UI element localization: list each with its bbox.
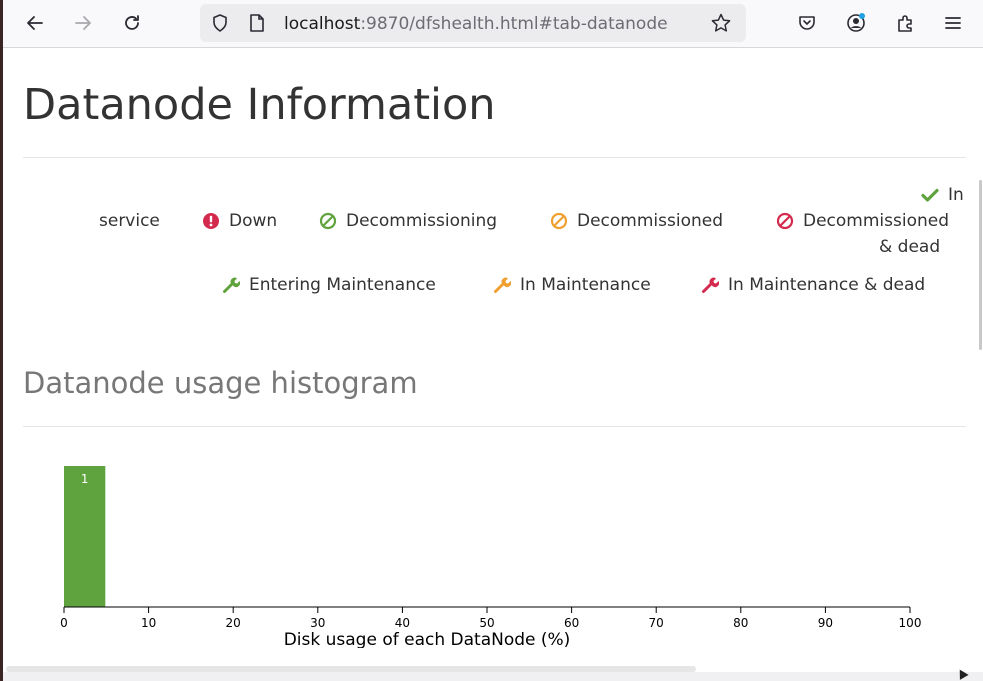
- window-bottom: [3, 672, 983, 681]
- legend-in-service-bottom: service: [99, 211, 160, 231]
- menu-button[interactable]: [939, 9, 967, 37]
- x-tick-label: 90: [818, 616, 833, 630]
- back-button[interactable]: [21, 9, 49, 37]
- histogram-bar-label: 1: [81, 472, 89, 486]
- puzzle-icon: [898, 15, 912, 32]
- pocket-icon: [799, 16, 815, 30]
- legend-down-label: Down: [229, 211, 278, 231]
- legend-decommissioned-dead-label-1: Decommissioned: [803, 211, 950, 231]
- x-tick-label: 70: [649, 616, 664, 630]
- wrench-icon: [494, 277, 511, 293]
- histogram-divider: [23, 426, 966, 427]
- legend-in-maintenance-dead: In Maintenance & dead: [701, 275, 925, 295]
- legend-decommissioned-label: Decommissioned: [577, 211, 724, 231]
- url-path: :9870/dfshealth.html#tab-datanode: [360, 14, 668, 34]
- histogram-title: Datanode usage histogram: [23, 366, 418, 400]
- x-tick-label: 60: [564, 616, 579, 630]
- legend-entering-maintenance-label: Entering Maintenance: [249, 275, 436, 295]
- legend-decommissioned-dead-label-2: & dead: [879, 237, 941, 257]
- page-icon: [250, 14, 264, 32]
- legend-decommissioning: Decommissioning: [319, 211, 497, 231]
- reload-icon: [125, 15, 139, 30]
- url-text[interactable]: localhost:9870/dfshealth.html#tab-datano…: [284, 13, 702, 35]
- x-tick-label: 10: [141, 616, 156, 630]
- x-axis-label: Disk usage of each DataNode (%): [284, 630, 571, 648]
- hamburger-icon: [945, 17, 961, 29]
- legend-decommissioned-dead-cont: & dead: [879, 237, 940, 257]
- legend-in-service-label-2: service: [99, 211, 160, 231]
- x-tick-label: 100: [899, 616, 922, 630]
- legend-decommissioned-dead: Decommissioned: [776, 211, 949, 231]
- page-content: Datanode Information In service Down Dec…: [3, 48, 983, 668]
- x-tick-label: 0: [60, 616, 68, 630]
- legend-in-maintenance: In Maintenance: [493, 275, 651, 295]
- extensions-button[interactable]: [891, 9, 919, 37]
- status-legend: In service Down Decommissioning Decommis…: [3, 48, 983, 308]
- legend-entering-maintenance: Entering Maintenance: [222, 275, 436, 295]
- legend-down: Down: [202, 211, 277, 231]
- exclamation-circle-icon: [203, 213, 219, 229]
- check-icon: [921, 188, 939, 202]
- x-tick-label: 50: [479, 616, 494, 630]
- legend-in-service-label-1: In: [948, 185, 964, 205]
- legend-decommissioning-label: Decommissioning: [346, 211, 498, 231]
- arrow-right-icon: [75, 16, 91, 30]
- pocket-button[interactable]: [793, 9, 821, 37]
- ban-icon: [319, 212, 337, 230]
- url-host: localhost: [284, 14, 361, 34]
- usage-histogram: 10 10 20 30 40 50 60 70 80 90 100Disk usage of eac…: [60, 466, 922, 648]
- wrench-icon: [223, 277, 240, 293]
- vertical-scrollbar[interactable]: [979, 180, 982, 350]
- address-bar[interactable]: localhost:9870/dfshealth.html#tab-datano…: [200, 4, 746, 42]
- forward-button[interactable]: [69, 9, 97, 37]
- x-tick-label: 20: [226, 616, 241, 630]
- account-button[interactable]: [842, 9, 870, 37]
- legend-in-maintenance-dead-label: In Maintenance & dead: [728, 275, 926, 295]
- x-tick-label: 30: [310, 616, 325, 630]
- shield-icon[interactable]: [210, 13, 230, 33]
- ban-icon: [550, 212, 568, 230]
- legend-in-maintenance-label: In Maintenance: [520, 275, 651, 295]
- reload-button[interactable]: [118, 9, 146, 37]
- browser-toolbar: localhost:9870/dfshealth.html#tab-datano…: [3, 0, 983, 48]
- legend-in-service-top: In: [921, 185, 964, 205]
- arrow-left-icon: [27, 16, 43, 30]
- histogram-bar: [64, 466, 106, 607]
- account-icon: [847, 13, 865, 32]
- x-tick-label: 40: [395, 616, 410, 630]
- x-tick-label: 80: [733, 616, 748, 630]
- wrench-icon: [702, 277, 719, 293]
- star-icon[interactable]: [710, 12, 732, 34]
- ban-icon: [776, 212, 794, 230]
- legend-decommissioned: Decommissioned: [550, 211, 723, 231]
- url-fade: [670, 10, 706, 36]
